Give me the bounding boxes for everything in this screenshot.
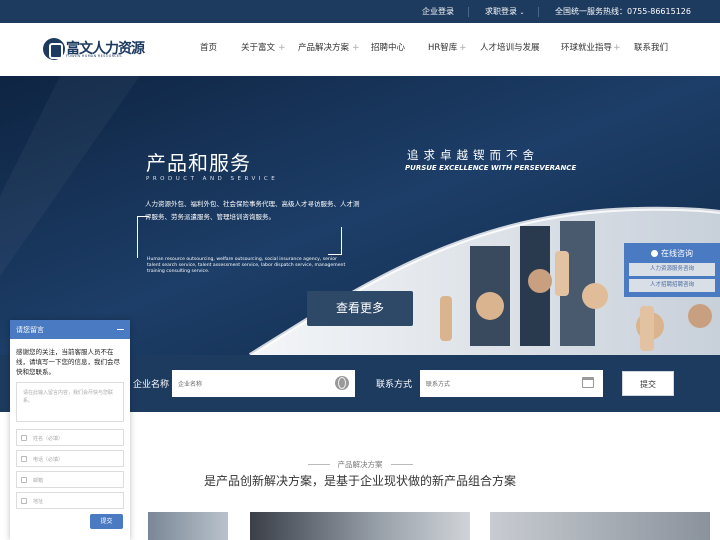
name-placeholder: 姓名（必填） <box>33 436 64 442</box>
contact-placeholder: 联系方式 <box>426 381 451 388</box>
nav-global[interactable]: 环球就业指导 <box>561 42 612 54</box>
globe-icon <box>335 376 349 390</box>
logo-icon <box>43 38 65 60</box>
minimize-icon[interactable] <box>117 329 124 330</box>
nav-training[interactable]: 人才培训与发展 <box>480 42 540 54</box>
mail-icon <box>21 477 27 483</box>
plus-icon: + <box>613 43 621 53</box>
view-more-button[interactable]: 查看更多 <box>307 291 413 326</box>
online-consult-title[interactable]: 在线咨询 <box>624 248 720 259</box>
nav-solutions[interactable]: 产品解决方案 <box>298 42 349 54</box>
user-icon <box>21 435 27 441</box>
message-placeholder: 请在此输入留言内容，我们会尽快与您联系。 <box>23 390 114 404</box>
form-submit-button[interactable]: 提交 <box>622 371 674 396</box>
nav-hr-library[interactable]: HR智库 <box>428 42 457 54</box>
topbar-divider <box>468 7 469 17</box>
hr-service-consult-button[interactable]: 人力资源服务咨询 <box>629 263 715 276</box>
online-consult-panel: 在线咨询 人力资源服务咨询 人才招聘招聘咨询 <box>624 243 720 297</box>
page: 企业登录 求职登录 ⌄ 全国统一服务热线：0755-86615126 富文人力资… <box>0 0 720 540</box>
chevron-down-icon: ⌄ <box>519 9 525 16</box>
plus-icon: + <box>278 43 286 53</box>
calendar-icon <box>582 377 594 388</box>
enterprise-login-link[interactable]: 企业登录 <box>422 7 454 17</box>
message-textarea[interactable]: 请在此输入留言内容，我们会尽快与您联系。 <box>16 382 124 422</box>
chat-title: 请您留言 <box>16 326 44 334</box>
recruit-consult-button[interactable]: 人才招聘招聘咨询 <box>629 279 715 292</box>
chat-offline-message: 感谢您的关注，当前客服人员不在线，请填写一下您的信息，我们会尽快和您联系。 <box>16 348 120 376</box>
company-name-input[interactable]: 企业名称 <box>172 370 355 397</box>
name-field[interactable]: 姓名（必填） <box>16 429 124 446</box>
chat-bubble-icon <box>651 250 658 257</box>
hero-title: 产品和服务 <box>146 151 251 175</box>
hero-description-en: Human resource outsourcing, welfare outs… <box>147 257 346 274</box>
phone-placeholder: 电话（必填） <box>33 457 64 463</box>
phone-icon <box>21 456 27 462</box>
company-name-placeholder: 企业名称 <box>178 381 203 388</box>
site-header: 富文人力资源 FUWEN HUMAN RESOURCES 首页 关于富文 + 产… <box>0 23 720 76</box>
hero-subtitle: PRODUCT AND SERVICE <box>146 176 279 182</box>
hero-slogan: 追求卓越锲而不舍 <box>407 148 539 162</box>
plus-icon: + <box>352 43 360 53</box>
chat-header[interactable]: 请您留言 <box>10 320 130 339</box>
plus-icon: + <box>459 43 467 53</box>
logo-subtitle: FUWEN HUMAN RESOURCES <box>66 54 122 58</box>
hero-slogan-en: PURSUE EXCELLENCE WITH PERSEVERANCE <box>405 164 577 172</box>
address-placeholder: 地址 <box>33 499 44 505</box>
email-placeholder: 邮箱 <box>33 478 44 484</box>
solution-thumbnail[interactable] <box>490 512 710 540</box>
section-divider-right <box>391 464 413 465</box>
contact-input[interactable]: 联系方式 <box>420 370 603 397</box>
service-hotline: 全国统一服务热线：0755-86615126 <box>555 7 691 16</box>
job-login-label: 求职登录 <box>485 7 517 16</box>
top-bar: 企业登录 求职登录 ⌄ 全国统一服务热线：0755-86615126 <box>0 0 720 23</box>
nav-contact[interactable]: 联系我们 <box>634 42 668 54</box>
leave-message-widget: 请您留言 感谢您的关注，当前客服人员不在线，请填写一下您的信息，我们会尽快和您联… <box>10 320 130 540</box>
topbar-divider <box>538 7 539 17</box>
nav-about[interactable]: 关于富文 <box>241 42 275 54</box>
job-login-link[interactable]: 求职登录 ⌄ <box>485 7 525 18</box>
email-field[interactable]: 邮箱 <box>16 471 124 488</box>
title-bracket-right <box>328 227 342 255</box>
solution-thumbnail[interactable] <box>148 512 228 540</box>
phone-field[interactable]: 电话（必填） <box>16 450 124 467</box>
address-field[interactable]: 地址 <box>16 492 124 509</box>
nav-recruit[interactable]: 招聘中心 <box>371 42 405 54</box>
hero-description: 人力资源外包、福利外包、社会保险事务代理、高级人才寻访服务、人才测评服务、劳务派… <box>145 200 360 221</box>
chat-submit-button[interactable]: 提交 <box>90 514 123 529</box>
online-consult-label: 在线咨询 <box>661 249 693 258</box>
contact-label: 联系方式 <box>376 380 413 390</box>
company-label: 企业名称 <box>133 380 170 390</box>
location-icon <box>21 498 27 504</box>
site-logo[interactable]: 富文人力资源 FUWEN HUMAN RESOURCES <box>43 37 145 63</box>
solution-thumbnail[interactable] <box>250 512 470 540</box>
nav-home[interactable]: 首页 <box>200 42 217 54</box>
